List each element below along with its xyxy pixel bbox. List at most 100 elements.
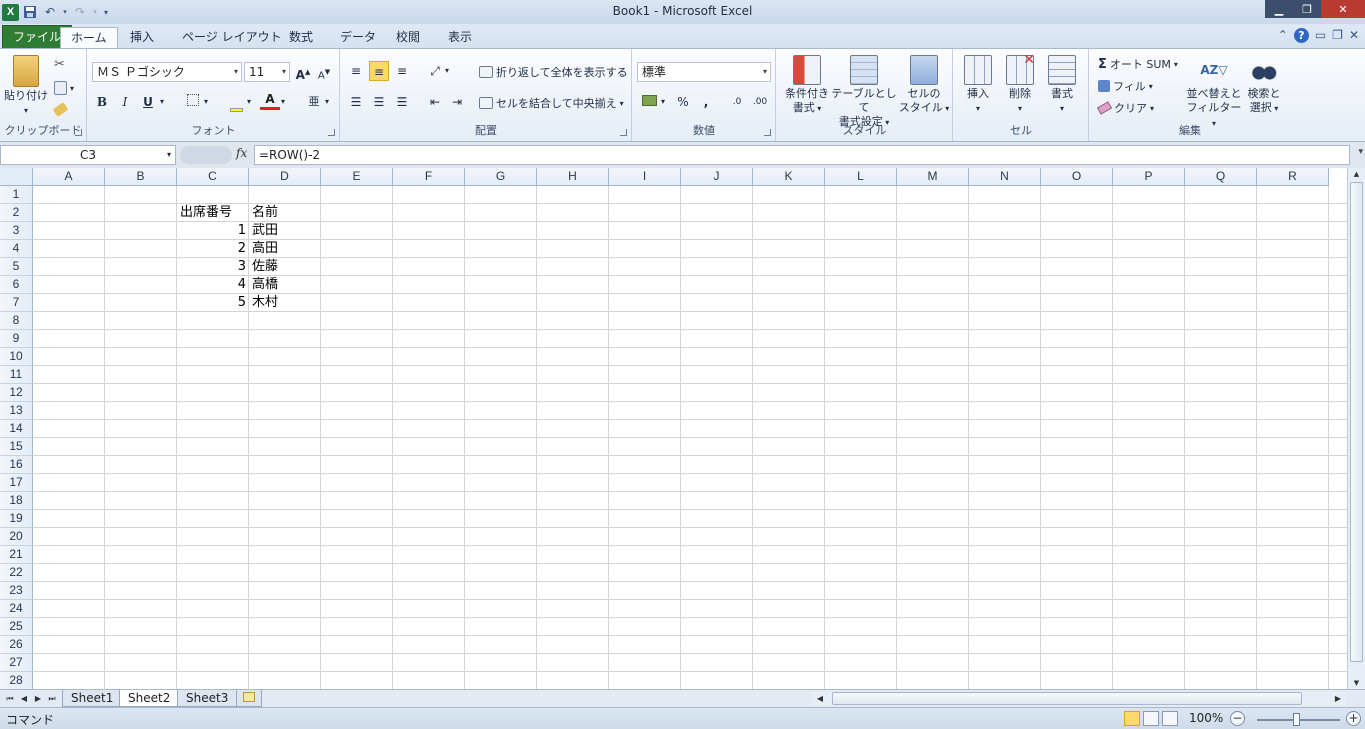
row-header-2[interactable]: 2 <box>0 204 33 222</box>
align-left-button[interactable]: ☰ <box>346 92 366 112</box>
zoom-in-icon[interactable]: + <box>1346 711 1361 726</box>
row-header-10[interactable]: 10 <box>0 348 33 366</box>
row-header-4[interactable]: 4 <box>0 240 33 258</box>
underline-button[interactable]: U <box>138 92 158 112</box>
row-header-26[interactable]: 26 <box>0 636 33 654</box>
format-cells-button[interactable]: 書式 ▾ <box>1042 55 1082 116</box>
expand-formula-bar-icon[interactable]: ▾ <box>1358 147 1363 157</box>
formula-input[interactable]: =ROW()-2 <box>254 145 1350 165</box>
row-header-16[interactable]: 16 <box>0 456 33 474</box>
cell-c6[interactable]: 4 <box>177 276 249 294</box>
number-format-select[interactable]: 標準 ▾ <box>637 62 771 82</box>
row-header-19[interactable]: 19 <box>0 510 33 528</box>
row-header-8[interactable]: 8 <box>0 312 33 330</box>
phonetic-button[interactable]: 亜 <box>304 92 324 112</box>
italic-button[interactable]: I <box>115 92 135 112</box>
row-header-7[interactable]: 7 <box>0 294 33 312</box>
fill-button[interactable]: フィル ▾ <box>1098 78 1153 94</box>
autosum-button[interactable]: Σ オート SUM ▾ <box>1098 56 1178 72</box>
column-header-f[interactable]: F <box>393 168 465 186</box>
cell-d5[interactable]: 佐藤 <box>249 258 321 276</box>
increase-decimal-button[interactable]: .0 <box>727 92 747 112</box>
row-header-12[interactable]: 12 <box>0 384 33 402</box>
row-header-3[interactable]: 3 <box>0 222 33 240</box>
column-header-q[interactable]: Q <box>1185 168 1257 186</box>
tab-formulas[interactable]: 数式 <box>279 27 323 49</box>
wrap-text-button[interactable]: 折り返して全体を表示する <box>479 64 628 80</box>
column-header-o[interactable]: O <box>1041 168 1113 186</box>
horizontal-scroll-thumb[interactable] <box>832 692 1302 705</box>
format-as-table-button[interactable]: テーブルとして 書式設定 ▾ <box>831 55 897 130</box>
row-header-25[interactable]: 25 <box>0 618 33 636</box>
select-all-corner[interactable] <box>0 168 33 186</box>
tab-review[interactable]: 校閲 <box>386 27 430 49</box>
close-icon[interactable]: ✕ <box>1321 0 1365 18</box>
tab-view[interactable]: 表示 <box>438 27 482 49</box>
page-break-view-icon[interactable] <box>1162 711 1178 726</box>
row-header-24[interactable]: 24 <box>0 600 33 618</box>
cell-d6[interactable]: 高橋 <box>249 276 321 294</box>
row-header-18[interactable]: 18 <box>0 492 33 510</box>
sort-filter-button[interactable]: AZ▽ 並べ替えと フィルター ▾ <box>1186 55 1242 131</box>
worksheet-grid[interactable]: ABCDEFGHIJKLMNOPQR 1 2 3 4 5 6 7 8 9 10 11 12 13 14 15… <box>0 168 1347 689</box>
tab-data[interactable]: データ <box>330 27 386 49</box>
fill-color-dropdown-icon[interactable]: ▾ <box>244 92 254 112</box>
shrink-font-button[interactable]: A▼ <box>314 62 334 82</box>
align-middle-button[interactable]: ≡ <box>369 61 389 81</box>
cell-c7[interactable]: 5 <box>177 294 249 312</box>
insert-function-icon[interactable]: fx <box>236 146 247 160</box>
cell-d4[interactable]: 高田 <box>249 240 321 258</box>
column-header-l[interactable]: L <box>825 168 897 186</box>
column-header-g[interactable]: G <box>465 168 537 186</box>
alignment-launcher-icon[interactable] <box>620 129 627 136</box>
cut-button[interactable]: ✂ <box>54 57 65 72</box>
cell-d3[interactable]: 武田 <box>249 222 321 240</box>
cell-c3[interactable]: 1 <box>177 222 249 240</box>
cell-area[interactable]: 出席番号 名前 1 武田 2 高田 3 佐藤 4 高橋 5 木村 <box>33 186 1347 689</box>
percent-button[interactable]: % <box>673 92 693 112</box>
tab-insert[interactable]: 挿入 <box>120 27 164 49</box>
row-header-20[interactable]: 20 <box>0 528 33 546</box>
align-right-button[interactable]: ☰ <box>392 92 412 112</box>
merge-center-button[interactable]: セルを結合して中央揃え ▾ <box>479 95 624 111</box>
scroll-left-icon[interactable]: ◀ <box>814 692 826 706</box>
workbook-close-icon[interactable]: ✕ <box>1349 28 1359 43</box>
first-sheet-icon[interactable]: ⏮ <box>4 692 16 706</box>
cell-d7[interactable]: 木村 <box>249 294 321 312</box>
zoom-out-icon[interactable]: − <box>1230 711 1245 726</box>
sheet-tab-sheet1[interactable]: Sheet1 <box>62 690 123 707</box>
minimize-icon[interactable]: ▁ <box>1265 0 1293 18</box>
help-icon[interactable]: ? <box>1293 28 1309 43</box>
prev-sheet-icon[interactable]: ◀ <box>18 692 30 706</box>
tab-page-layout[interactable]: ページ レイアウト <box>172 27 292 49</box>
column-header-a[interactable]: A <box>33 168 105 186</box>
zoom-slider-thumb[interactable] <box>1293 713 1300 726</box>
align-bottom-button[interactable]: ≡ <box>392 61 412 81</box>
column-header-m[interactable]: M <box>897 168 969 186</box>
increase-indent-button[interactable]: ⇥ <box>447 92 467 112</box>
font-size-select[interactable]: 11 ▾ <box>244 62 290 82</box>
name-box[interactable]: C3 ▾ <box>0 145 176 165</box>
number-launcher-icon[interactable] <box>764 129 771 136</box>
border-button[interactable] <box>183 92 203 112</box>
row-header-5[interactable]: 5 <box>0 258 33 276</box>
align-top-button[interactable]: ≡ <box>346 61 366 81</box>
row-header-14[interactable]: 14 <box>0 420 33 438</box>
horizontal-scrollbar[interactable]: ◀ ▶ <box>812 692 1346 706</box>
paste-button[interactable]: 貼り付け ▾ <box>2 55 50 118</box>
row-header-22[interactable]: 22 <box>0 564 33 582</box>
minimize-ribbon-icon[interactable]: ⌃ <box>1278 28 1288 43</box>
row-header-9[interactable]: 9 <box>0 330 33 348</box>
conditional-format-button[interactable]: 条件付き 書式 ▾ <box>780 55 834 116</box>
underline-dropdown-icon[interactable]: ▾ <box>156 92 168 112</box>
find-select-button[interactable]: 検索と 選択 ▾ <box>1244 55 1284 116</box>
accounting-format-button[interactable] <box>639 92 659 112</box>
column-header-p[interactable]: P <box>1113 168 1185 186</box>
bold-button[interactable]: B <box>92 92 112 112</box>
copy-button[interactable]: ▾ <box>54 81 74 95</box>
font-color-button[interactable]: A <box>260 92 280 110</box>
last-sheet-icon[interactable]: ⏭ <box>46 692 58 706</box>
row-header-15[interactable]: 15 <box>0 438 33 456</box>
row-header-23[interactable]: 23 <box>0 582 33 600</box>
phonetic-dropdown-icon[interactable]: ▾ <box>322 92 332 112</box>
